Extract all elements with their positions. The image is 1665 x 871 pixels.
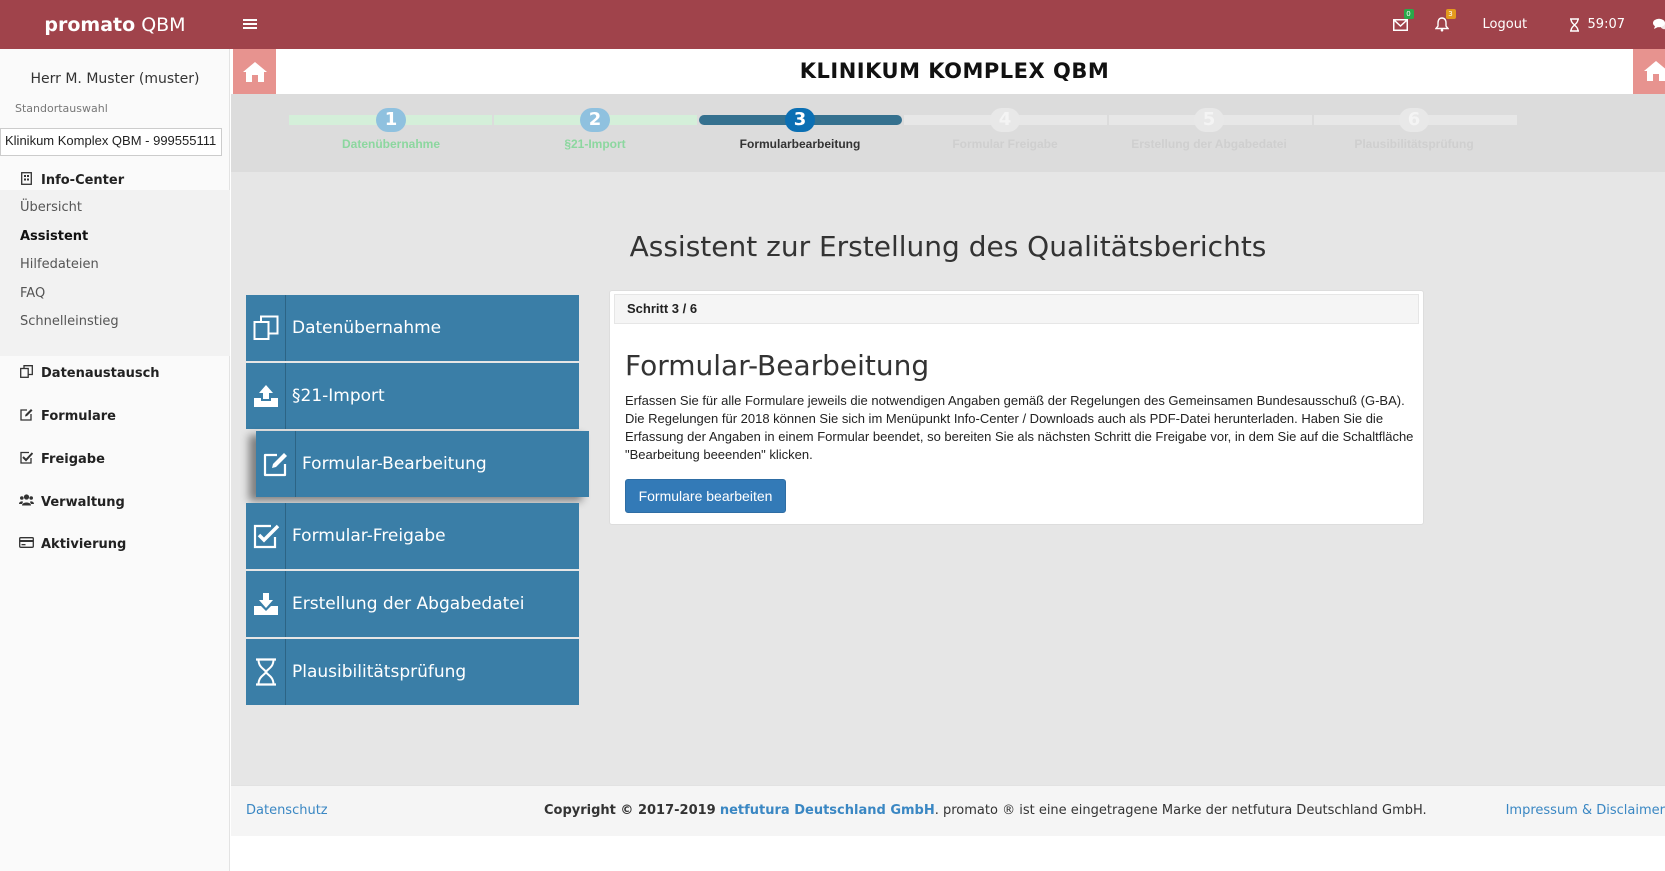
step-button-datenuebernahme[interactable]: Datenübernahme — [246, 295, 579, 361]
copy-icon — [246, 295, 286, 361]
wizard-progress: 1 2 3 4 5 6 Datenübernahme §21-Import Fo… — [231, 94, 1665, 172]
session-timer-value: 59:07 — [1587, 17, 1625, 32]
step-button-label: Formular-Freigabe — [292, 526, 446, 546]
step-button-formular-bearbeitung[interactable]: Formular-Bearbeitung — [256, 431, 589, 497]
logout-link[interactable]: Logout — [1483, 0, 1557, 49]
progress-step-4-label: Formular Freigabe — [952, 137, 1058, 151]
progress-step-5-number: 5 — [1194, 108, 1224, 132]
progress-step-4-number: 4 — [990, 108, 1020, 132]
main-content: 1 2 3 4 5 6 Datenübernahme §21-Import Fo… — [231, 94, 1665, 785]
step-panel: Schritt 3 / 6 Formular-Bearbeitung Erfas… — [609, 290, 1424, 525]
sidebar-item-label: Datenaustausch — [41, 366, 160, 381]
privacy-link[interactable]: Datenschutz — [246, 803, 328, 818]
progress-step-6-label: Plausibilitätsprüfung — [1354, 137, 1474, 151]
brand-name: promato — [44, 13, 136, 36]
hourglass-icon — [1569, 17, 1579, 32]
step-button-formular-freigabe[interactable]: Formular-Freigabe — [246, 503, 579, 569]
check-square-icon — [18, 451, 34, 468]
messages-count-badge: 0 — [1403, 9, 1414, 19]
company-link[interactable]: netfutura Deutschland GmbH — [720, 803, 935, 818]
submenu-item-hilfedateien[interactable]: Hilfedateien — [20, 257, 99, 272]
home-button-right[interactable] — [1633, 49, 1665, 94]
step-counter: Schritt 3 / 6 — [614, 294, 1419, 324]
sidebar-item-label: Aktivierung — [41, 537, 127, 552]
progress-step-2-number[interactable]: 2 — [580, 108, 610, 132]
location-label: Standortauswahl — [15, 102, 108, 115]
hamburger-menu-icon[interactable] — [240, 15, 260, 35]
users-icon — [18, 494, 34, 510]
sidebar-item-formulare[interactable]: Formulare — [18, 408, 116, 425]
panel-description: Erfassen Sie für alle Formulare jeweils … — [625, 393, 1414, 462]
submenu-item-faq[interactable]: FAQ — [20, 286, 45, 301]
step-button-21-import[interactable]: §21-Import — [246, 363, 579, 429]
progress-step-5-label: Erstellung der Abgabedatei — [1131, 137, 1287, 151]
sidebar-item-label: Freigabe — [41, 452, 105, 467]
credit-card-icon — [18, 537, 34, 552]
chat-button[interactable] — [1625, 0, 1665, 49]
hourglass-icon — [246, 639, 286, 705]
messages-button[interactable]: 0 — [1392, 0, 1431, 49]
progress-step-1-number[interactable]: 1 — [376, 108, 406, 132]
copy-icon — [18, 365, 34, 382]
brand-suffix: QBM — [141, 13, 186, 36]
step-button-label: Formular-Bearbeitung — [302, 454, 487, 474]
user-name: Herr M. Muster (muster) — [30, 71, 200, 87]
copyright-label: Copyright © 2017-2019 — [544, 803, 716, 818]
sidebar-item-verwaltung[interactable]: Verwaltung — [18, 494, 125, 510]
sidebar-item-label: Info-Center — [41, 173, 125, 188]
progress-step-3-number[interactable]: 3 — [785, 108, 815, 132]
notifications-count-badge: 3 — [1445, 9, 1456, 19]
step-button-label: Plausibilitätsprüfung — [292, 662, 467, 682]
sidebar: Herr M. Muster (muster) Standortauswahl … — [0, 49, 230, 871]
edit-forms-button[interactable]: Formulare bearbeiten — [625, 479, 786, 513]
step-button-plausibilitaetspruefung[interactable]: Plausibilitätsprüfung — [246, 639, 579, 705]
top-navbar: promato QBM 0 3 Logout 59:07 — [0, 0, 1665, 49]
edit-icon — [18, 408, 34, 425]
upload-icon — [246, 363, 286, 429]
submenu-item-assistent[interactable]: Assistent — [20, 229, 88, 244]
step-button-label: Erstellung der Abgabedatei — [292, 594, 525, 614]
home-icon — [1644, 61, 1665, 81]
home-icon — [242, 61, 267, 82]
page-heading: Assistent zur Erstellung des Qualitätsbe… — [629, 230, 1267, 263]
building-icon — [18, 172, 34, 189]
sidebar-item-label: Verwaltung — [41, 494, 125, 510]
sidebar-item-aktivierung[interactable]: Aktivierung — [18, 537, 126, 552]
notifications-button[interactable]: 3 — [1434, 0, 1481, 49]
chat-bubbles-icon — [1653, 18, 1665, 30]
panel-title: Formular-Bearbeitung — [625, 349, 930, 382]
submenu-item-schnelleinstieg[interactable]: Schnelleinstieg — [20, 314, 119, 329]
bell-icon — [1434, 17, 1449, 32]
sidebar-item-freigabe[interactable]: Freigabe — [18, 451, 105, 468]
envelope-icon — [1392, 18, 1408, 31]
session-timer: 59:07 — [1569, 0, 1625, 49]
progress-step-6-number: 6 — [1399, 108, 1429, 132]
imprint-link[interactable]: Impressum & Disclaimer — [1506, 803, 1665, 818]
brand-logo[interactable]: promato QBM — [0, 0, 230, 49]
step-button-label: Datenübernahme — [292, 318, 442, 338]
trademark-text: . promato ® ist eine eingetragene Marke … — [934, 803, 1427, 818]
submenu-item-uebersicht[interactable]: Übersicht — [20, 200, 82, 215]
progress-step-3-label[interactable]: Formularbearbeitung — [695, 137, 905, 151]
location-select[interactable]: Klinikum Komplex QBM - 999555111 — [0, 128, 222, 156]
edit-icon — [256, 431, 296, 497]
copyright-text: Copyright © 2017-2019 netfutura Deutschl… — [544, 803, 1427, 818]
home-button-left[interactable] — [233, 49, 276, 94]
info-center-submenu: Übersicht Assistent Hilfedateien FAQ Sch… — [0, 190, 230, 356]
footer: Datenschutz Copyright © 2017-2019 netfut… — [231, 785, 1665, 836]
progress-step-2-label[interactable]: §21-Import — [490, 137, 700, 151]
step-button-erstellung-abgabedatei[interactable]: Erstellung der Abgabedatei — [246, 571, 579, 637]
download-icon — [246, 571, 286, 637]
sidebar-item-info-center[interactable]: Info-Center — [18, 172, 124, 189]
check-square-icon — [246, 503, 286, 569]
sidebar-item-datenaustausch[interactable]: Datenaustausch — [18, 365, 160, 382]
progress-step-1-label[interactable]: Datenübernahme — [286, 137, 496, 151]
clinic-title: KLINIKUM KOMPLEX QBM — [799, 59, 1110, 83]
step-button-label: §21-Import — [292, 386, 385, 406]
sidebar-item-label: Formulare — [41, 409, 116, 424]
